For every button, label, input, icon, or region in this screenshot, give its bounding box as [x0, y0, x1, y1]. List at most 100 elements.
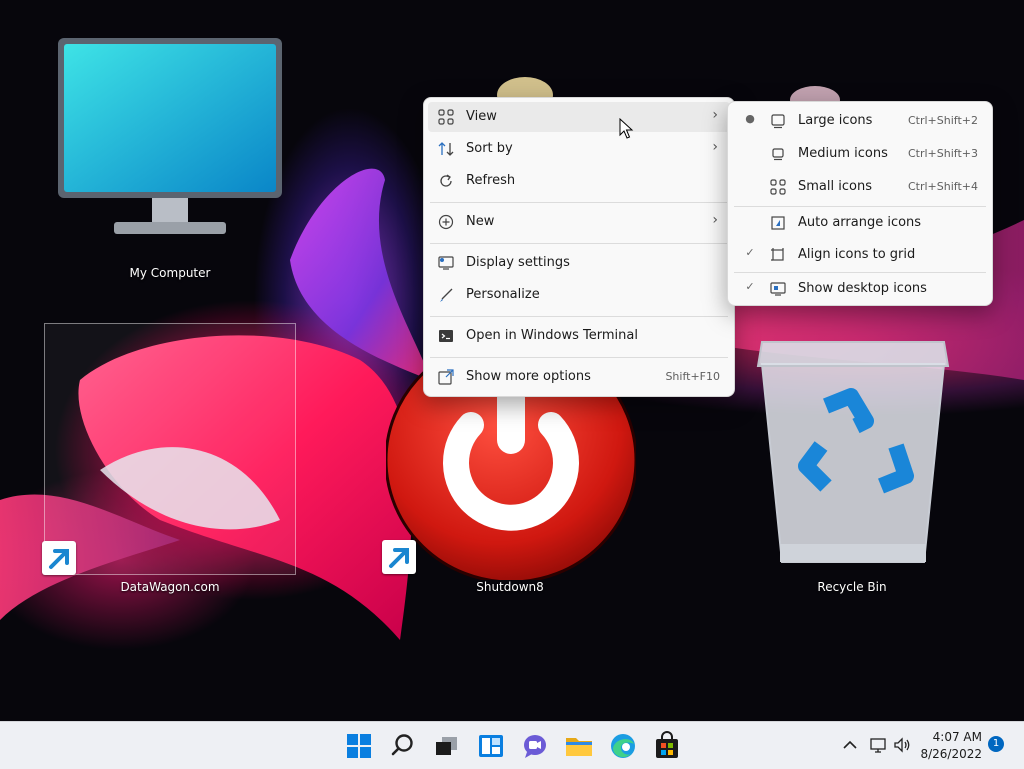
menu-item-sort-by[interactable]: Sort by › [428, 134, 730, 164]
menu-separator [430, 357, 728, 358]
menu-item-view[interactable]: View › [428, 102, 730, 132]
terminal-icon [439, 330, 453, 342]
store-button[interactable] [651, 730, 683, 762]
submenu-item-shortcut: Ctrl+Shift+3 [907, 147, 978, 160]
menu-item-label: New [466, 214, 495, 229]
menu-item-label: Sort by [466, 141, 513, 156]
speaker-volume-icon [894, 737, 910, 753]
volume-button[interactable] [892, 735, 912, 755]
submenu-item-label: Auto arrange icons [798, 215, 922, 230]
refresh-icon [440, 174, 452, 187]
more-options-icon [438, 369, 454, 385]
view-submenu: ● Large icons Ctrl+Shift+2 Medium icons … [727, 101, 993, 306]
menu-item-display-settings[interactable]: Display settings [428, 248, 730, 278]
file-explorer-button[interactable] [563, 730, 595, 762]
menu-item-label: Refresh [466, 173, 516, 188]
submenu-item-label: Small icons [798, 179, 872, 194]
edge-icon [611, 734, 635, 758]
search-icon [391, 734, 413, 756]
menu-separator [430, 202, 728, 203]
checkmark-icon: ✓ [745, 280, 755, 293]
clock-date: 8/26/2022 [920, 747, 982, 761]
show-hidden-icons-button[interactable] [840, 735, 860, 755]
submenu-item-medium-icons[interactable]: Medium icons Ctrl+Shift+3 [732, 139, 988, 169]
task-view-button[interactable] [431, 730, 463, 762]
small-icons-icon [770, 179, 786, 195]
clock-button[interactable]: 4:07 AM 8/26/2022 [916, 728, 984, 764]
chevron-up-icon [843, 740, 857, 749]
large-icons-icon [771, 114, 785, 129]
align-grid-icon [771, 248, 784, 261]
desktop-icon-recycle-bin[interactable]: Recycle Bin [722, 330, 982, 600]
new-plus-icon [438, 214, 454, 230]
store-icon [656, 731, 678, 758]
desktop-context-menu: View › Sort by › Refresh New › Display s… [423, 97, 735, 397]
menu-item-new[interactable]: New › [428, 207, 730, 237]
show-desktop-icons-icon [770, 282, 786, 296]
chevron-right-icon: › [712, 212, 718, 228]
menu-item-shortcut: Shift+F10 [665, 370, 720, 383]
file-explorer-icon [566, 738, 592, 756]
menu-item-open-terminal[interactable]: Open in Windows Terminal [428, 321, 730, 351]
submenu-item-label: Medium icons [798, 146, 888, 161]
menu-separator [734, 272, 986, 273]
start-icon [347, 734, 371, 758]
submenu-item-label: Show desktop icons [798, 281, 927, 296]
menu-separator [430, 316, 728, 317]
menu-separator [430, 243, 728, 244]
menu-item-label: View [466, 109, 497, 124]
menu-item-refresh[interactable]: Refresh [428, 166, 730, 196]
personalize-brush-icon [440, 288, 453, 302]
checkmark-icon: ✓ [745, 246, 755, 259]
notification-count: 1 [992, 738, 1000, 749]
recycle-bin-icon [756, 341, 950, 563]
auto-arrange-icon [771, 216, 785, 230]
search-button[interactable] [387, 730, 419, 762]
menu-item-show-more-options[interactable]: Show more options Shift+F10 [428, 362, 730, 392]
display-settings-icon [438, 256, 454, 270]
menu-item-personalize[interactable]: Personalize [428, 280, 730, 310]
network-icon [870, 738, 886, 753]
mouse-cursor-icon [619, 118, 634, 139]
menu-item-label: Show more options [466, 369, 591, 384]
submenu-item-large-icons[interactable]: ● Large icons Ctrl+Shift+2 [732, 106, 988, 136]
computer-monitor-icon [58, 38, 282, 234]
submenu-item-small-icons[interactable]: Small icons Ctrl+Shift+4 [732, 172, 988, 202]
bullet-icon: ● [745, 112, 755, 125]
widgets-button[interactable] [475, 730, 507, 762]
menu-item-label: Display settings [466, 255, 570, 270]
submenu-item-show-desktop-icons[interactable]: ✓ Show desktop icons [732, 274, 988, 304]
submenu-item-shortcut: Ctrl+Shift+4 [907, 180, 978, 193]
power-button-icon [386, 370, 636, 580]
widgets-icon [479, 735, 503, 757]
menu-item-label: Open in Windows Terminal [466, 328, 638, 343]
view-grid-icon [438, 109, 454, 125]
chevron-right-icon: › [712, 107, 718, 123]
taskbar: 4:07 AM 8/26/2022 1 [0, 721, 1024, 769]
medium-icons-icon [772, 148, 784, 161]
submenu-item-auto-arrange[interactable]: Auto arrange icons [732, 208, 988, 238]
desktop-icon-label: Recycle Bin [817, 580, 887, 594]
submenu-item-label: Large icons [798, 113, 873, 128]
submenu-item-label: Align icons to grid [798, 247, 916, 262]
desktop-icon-my-computer[interactable]: My Computer [40, 30, 300, 285]
chat-icon [524, 735, 546, 758]
clock-time: 4:07 AM [932, 730, 982, 744]
desktop-icon-datawagon[interactable]: DataWagon.com [42, 323, 296, 594]
task-view-icon [436, 737, 457, 755]
chevron-right-icon: › [712, 139, 718, 155]
desktop-icon-label: DataWagon.com [120, 580, 220, 594]
shortcut-arrow-icon [42, 541, 76, 575]
desktop-icon-label: Shutdown8 [476, 580, 544, 594]
edge-button[interactable] [607, 730, 639, 762]
submenu-item-shortcut: Ctrl+Shift+2 [907, 114, 978, 127]
network-button[interactable] [868, 735, 888, 755]
shortcut-arrow-icon [382, 540, 416, 574]
notification-badge[interactable]: 1 [988, 736, 1004, 752]
chat-button[interactable] [519, 730, 551, 762]
menu-separator [734, 206, 986, 207]
sort-icon [438, 142, 454, 156]
desktop-icon-label: My Computer [129, 266, 211, 280]
start-button[interactable] [343, 730, 375, 762]
submenu-item-align-to-grid[interactable]: ✓ Align icons to grid [732, 240, 988, 270]
